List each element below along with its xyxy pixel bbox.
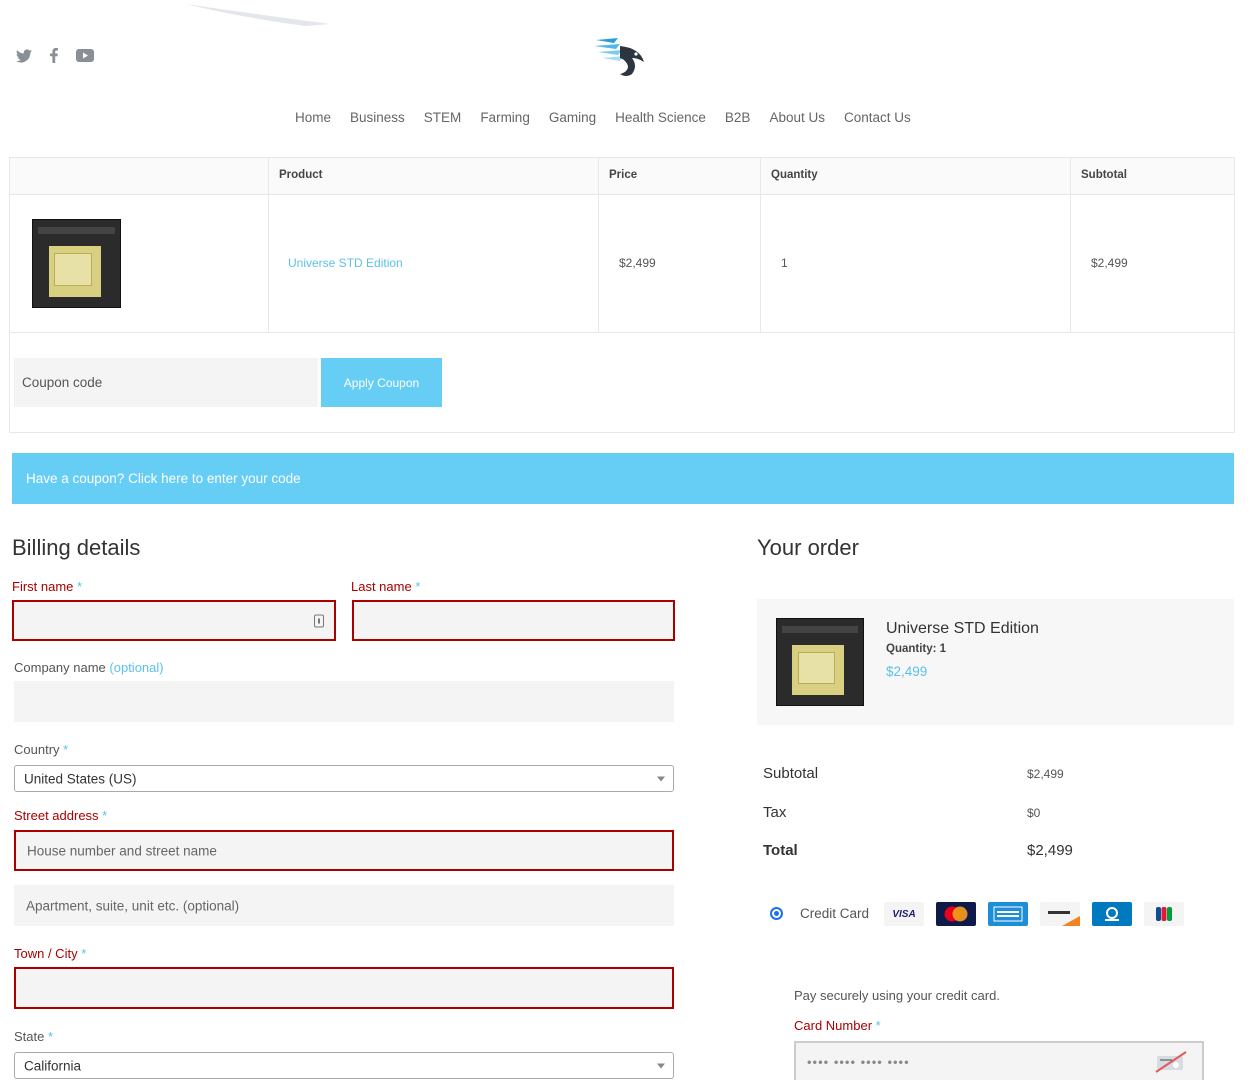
last-name-label: Last name * <box>351 579 421 594</box>
order-title: Your order <box>757 535 859 560</box>
nav-gaming[interactable]: Gaming <box>549 110 596 125</box>
state-select[interactable]: California <box>14 1052 674 1079</box>
credit-card-label[interactable]: Credit Card <box>800 906 869 921</box>
product-subtotal: $2,499 <box>1091 256 1128 270</box>
company-name-label: Company name (optional) <box>14 660 164 675</box>
header-subtotal: Subtotal <box>1081 169 1127 181</box>
twitter-icon[interactable] <box>16 48 32 68</box>
youtube-icon[interactable] <box>76 49 94 67</box>
autofill-icon[interactable] <box>314 614 324 627</box>
card-number-placeholder: •••• •••• •••• •••• <box>807 1054 910 1070</box>
nav-b2b[interactable]: B2B <box>725 110 751 125</box>
country-value: United States (US) <box>24 771 137 786</box>
nav-home[interactable]: Home <box>295 110 331 125</box>
chevron-down-icon <box>657 776 665 781</box>
coupon-banner-text[interactable]: Have a coupon? Click here to enter your … <box>26 471 301 486</box>
first-name-field[interactable] <box>12 600 336 641</box>
town-city-label: Town / City * <box>14 946 87 961</box>
coupon-toggle-banner[interactable]: Have a coupon? Click here to enter your … <box>12 453 1234 504</box>
card-icon <box>1155 1051 1187 1073</box>
social-links <box>16 48 94 68</box>
discover-icon <box>1040 902 1080 926</box>
order-item-name: Universe STD Edition <box>886 620 1039 637</box>
diners-club-icon <box>1092 902 1132 926</box>
total-label: Total <box>763 842 798 859</box>
chevron-down-icon <box>657 1063 665 1068</box>
card-brand-icons: VISA <box>884 902 1184 926</box>
product-thumbnail[interactable] <box>32 219 121 308</box>
visa-icon: VISA <box>884 902 924 926</box>
product-price: $2,499 <box>619 256 656 270</box>
street-address-field[interactable]: House number and street name <box>14 830 674 871</box>
facebook-icon[interactable] <box>50 48 58 68</box>
mastercard-icon <box>936 902 976 926</box>
country-select[interactable]: United States (US) <box>14 765 674 792</box>
state-label: State * <box>14 1029 54 1044</box>
apartment-field[interactable]: Apartment, suite, unit etc. (optional) <box>14 885 674 926</box>
order-item: Universe STD Edition Quantity: 1 $2,499 <box>757 599 1234 725</box>
header-price: Price <box>609 169 638 181</box>
billing-title: Billing details <box>12 535 141 560</box>
product-quantity[interactable]: 1 <box>781 256 788 270</box>
table-row: Universe STD Edition $2,499 1 $2,499 <box>10 195 1234 333</box>
coupon-code-input[interactable]: Coupon code <box>14 358 318 407</box>
apartment-placeholder: Apartment, suite, unit etc. (optional) <box>26 898 240 913</box>
card-number-label: Card Number * <box>794 1018 881 1033</box>
subtotal-label: Subtotal <box>763 765 819 782</box>
company-name-field[interactable] <box>14 681 674 722</box>
first-name-label: First name * <box>12 579 83 594</box>
order-item-price: $2,499 <box>886 664 928 679</box>
country-label: Country * <box>14 742 69 757</box>
decorative-swoosh <box>185 4 330 26</box>
order-item-quantity: Quantity: 1 <box>886 643 947 655</box>
payment-description: Pay securely using your credit card. <box>794 988 1000 1003</box>
apply-coupon-button[interactable]: Apply Coupon <box>321 358 442 407</box>
nav-business[interactable]: Business <box>350 110 405 125</box>
header-quantity: Quantity <box>771 169 818 181</box>
card-number-field[interactable]: •••• •••• •••• •••• <box>794 1041 1204 1080</box>
nav-contact-us[interactable]: Contact Us <box>844 110 911 125</box>
product-link[interactable]: Universe STD Edition <box>288 256 403 270</box>
state-value: California <box>24 1058 82 1073</box>
nav-about-us[interactable]: About Us <box>769 110 825 125</box>
tax-value: $0 <box>1027 806 1041 820</box>
jcb-icon <box>1144 902 1184 926</box>
cart-table: Product Price Quantity Subtotal Universe… <box>9 157 1235 433</box>
nav-stem[interactable]: STEM <box>424 110 462 125</box>
main-nav: Home Business STEM Farming Gaming Health… <box>295 110 930 125</box>
header-product: Product <box>279 169 323 181</box>
nav-health-science[interactable]: Health Science <box>615 110 706 125</box>
order-item-thumbnail <box>776 618 864 706</box>
nav-farming[interactable]: Farming <box>480 110 530 125</box>
street-address-label: Street address * <box>14 808 108 823</box>
coupon-placeholder: Coupon code <box>22 375 103 390</box>
town-city-field[interactable] <box>14 967 674 1009</box>
last-name-field[interactable] <box>352 600 675 641</box>
cart-table-header: Product Price Quantity Subtotal <box>10 158 1234 195</box>
street-placeholder: House number and street name <box>27 843 217 858</box>
tax-label: Tax <box>763 804 787 821</box>
total-value: $2,499 <box>1027 842 1073 859</box>
subtotal-value: $2,499 <box>1027 767 1064 781</box>
amex-icon <box>988 902 1028 926</box>
site-logo[interactable] <box>592 34 652 82</box>
credit-card-radio[interactable] <box>770 907 783 920</box>
